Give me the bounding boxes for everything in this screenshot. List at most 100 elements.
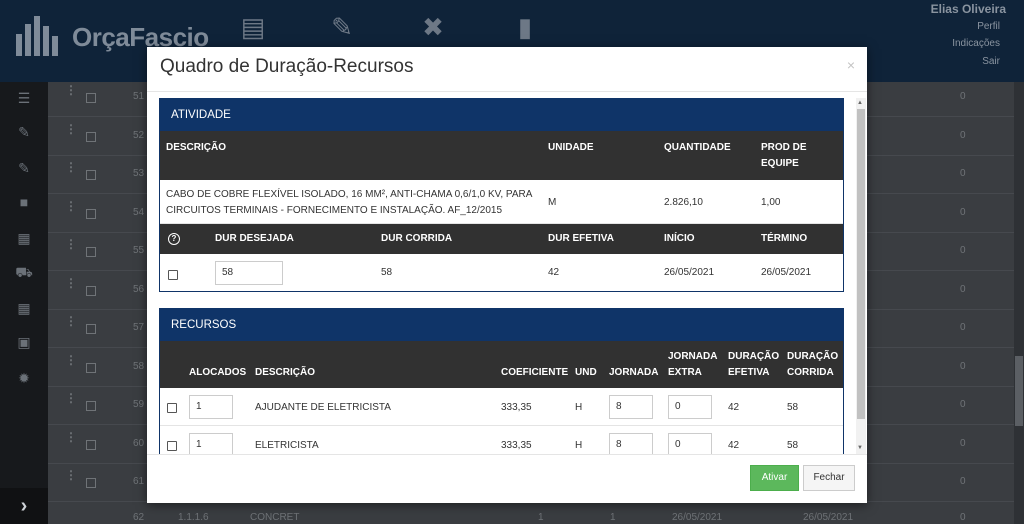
row-menu-icon[interactable]: ⋮ [65,353,77,367]
row-checkbox[interactable] [86,439,96,450]
resources-header-row: ALOCADOS DESCRIÇÃO COEFICIENTE UND JORNA… [160,341,843,388]
column-header-coeficiente: COEFICIENTE [501,367,569,378]
row-checkbox[interactable] [86,131,96,142]
activity-row: CABO DE COBRE FLEXÍVEL ISOLADO, 16 MM², … [160,180,843,224]
calendar-icon[interactable]: ▦ [14,300,34,316]
row-number: 55 [133,245,145,256]
column-header-duracao-corrida-line2: CORRIDA [787,367,834,378]
row-checkbox[interactable] [86,324,96,334]
resource-coefficient: 333,35 [501,440,532,451]
row-number: 60 [133,437,145,449]
expand-sidebar-icon[interactable]: › [0,488,48,524]
row-checkbox[interactable] [86,362,96,373]
alocados-input[interactable]: 1 [189,433,233,454]
row-checkbox[interactable] [86,170,96,180]
resource-duracao-corrida: 58 [787,402,799,413]
row-checkbox[interactable] [86,93,96,103]
row-value: 0 [960,399,966,410]
row-menu-icon[interactable]: ⋮ [65,199,77,213]
jornada-input[interactable]: 8 [609,433,653,454]
row-menu-icon[interactable]: ⋮ [65,430,77,444]
resource-row-checkbox[interactable] [167,403,177,413]
scroll-down-icon[interactable]: ▼ [857,445,863,451]
column-header-unidade: UNIDADE [548,142,594,153]
row-value: 0 [960,168,966,179]
row-number: 58 [133,360,145,372]
report-icon[interactable]: ▤ [238,12,268,42]
row-value: 0 [960,437,966,449]
lock-icon[interactable]: ■ [14,194,34,210]
tag-icon[interactable]: ✎ [14,160,34,176]
row-value: 0 [960,245,966,256]
column-header-jornada-extra-line1: JORNADA [668,351,718,362]
row-menu-icon[interactable]: ⋮ [65,237,77,251]
menu-icon[interactable]: ☰ [14,90,34,106]
document-icon[interactable]: ▮ [510,12,540,42]
row-menu-icon[interactable]: ⋮ [65,468,77,482]
calculator-icon[interactable]: ▦ [14,230,34,246]
jornada-extra-input[interactable]: 0 [668,433,712,454]
cart-icon[interactable]: ⛟ [14,264,34,280]
column-header-jornada-extra-line2: EXTRA [668,367,702,378]
column-header-descricao: DESCRIÇÃO [166,142,227,153]
row-checkbox[interactable] [86,285,96,296]
help-icon[interactable]: ? [168,233,180,245]
logout-link[interactable]: Sair [982,56,1000,67]
column-header-duracao-corrida-line1: DURAÇÃO [787,351,839,362]
resource-row: 1 AJUDANTE DE ELETRICISTA 333,35 H 8 0 4… [160,388,843,426]
clipboard-icon[interactable]: ▣ [14,334,34,350]
row-menu-icon[interactable]: ⋮ [65,391,77,405]
pencil-icon[interactable]: ✎ [14,124,34,140]
edit-icon[interactable]: ✎ [327,12,357,42]
row-menu-icon[interactable]: ⋮ [65,122,77,136]
close-icon[interactable]: × [847,57,855,73]
grid-cell: 62 [133,512,145,523]
row-number: 54 [133,206,145,218]
jornada-extra-input[interactable]: 0 [668,395,712,419]
duration-row: 58 58 42 26/05/2021 26/05/2021 [160,254,843,291]
dialog-scrollbar-thumb[interactable] [857,109,865,419]
scroll-up-icon[interactable]: ▲ [857,100,863,106]
row-checkbox[interactable] [86,247,96,257]
grid-cell: 26/05/2021 [672,512,723,523]
row-menu-icon[interactable]: ⋮ [65,276,77,290]
column-header-und: UND [575,367,597,378]
row-menu-icon[interactable]: ⋮ [65,314,77,328]
row-menu-icon[interactable]: ⋮ [65,83,77,97]
grid-cell: CONCRET [250,512,300,523]
fechar-button[interactable]: Fechar [803,465,855,491]
inicio-value: 26/05/2021 [664,267,715,278]
row-checkbox[interactable] [86,401,96,411]
column-header-inicio: INÍCIO [664,233,695,244]
jornada-input[interactable]: 8 [609,395,653,419]
column-header-duracao-efetiva-line1: DURAÇÃO [728,351,780,362]
tools-icon[interactable]: ✖ [418,12,448,42]
resource-description: ELETRICISTA [255,440,319,451]
dialog-body[interactable]: ATIVIDADE DESCRIÇÃO UNIDADE QUANTIDADE P… [159,98,844,454]
row-number: 53 [133,168,145,179]
grid-cell: 26/05/2021 [803,512,854,523]
column-header-dur-desejada: DUR DESEJADA [215,233,294,244]
profile-link[interactable]: Perfil [977,21,1000,32]
page-scrollbar[interactable] [1014,82,1024,524]
resource-row-checkbox[interactable] [167,441,177,451]
gear-icon[interactable]: ✹ [14,370,34,386]
row-value: 0 [960,91,966,102]
dur-desejada-input[interactable]: 58 [215,261,283,285]
ativar-button[interactable]: Ativar [750,465,799,491]
resource-unit: H [575,440,583,451]
row-checkbox[interactable] [86,478,96,488]
row-value: 0 [960,476,966,487]
page-scrollbar-thumb[interactable] [1015,356,1023,426]
row-checkbox[interactable] [86,208,96,219]
referrals-link[interactable]: Indicações [952,38,1000,49]
row-menu-icon[interactable]: ⋮ [65,160,77,174]
alocados-input[interactable]: 1 [189,395,233,419]
duration-row-checkbox[interactable] [168,270,178,280]
dur-corrida-value: 58 [381,267,393,278]
column-header-jornada: JORNADA [609,367,659,378]
divider [147,454,867,455]
user-name[interactable]: Elias Oliveira [931,2,1006,16]
row-number: 52 [133,129,145,141]
activity-unit: M [548,197,557,208]
